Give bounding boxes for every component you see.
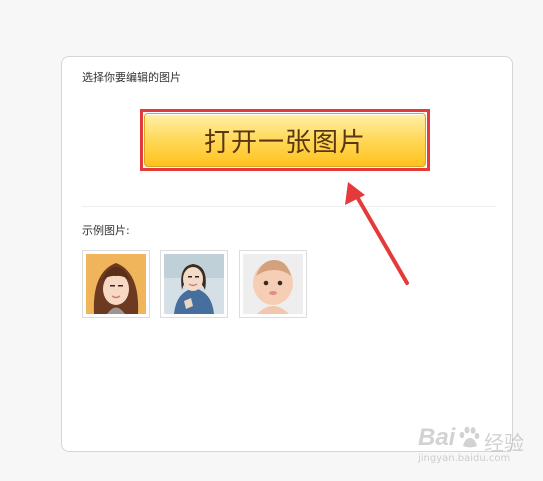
paw-icon bbox=[459, 426, 480, 448]
example-thumbnail-2[interactable] bbox=[160, 250, 228, 318]
watermark-brand: Bai bbox=[418, 424, 456, 451]
watermark-product: 经验 bbox=[484, 431, 524, 455]
baidu-jingyan-watermark: Bai 经验 jingyan.baidu.com bbox=[418, 424, 536, 472]
instruction-text: 选择你要编辑的图片 bbox=[82, 71, 181, 84]
example-thumbnail-3[interactable] bbox=[239, 250, 307, 318]
open-image-button[interactable]: 打开一张图片 bbox=[144, 113, 426, 167]
watermark-url: jingyan.baidu.com bbox=[418, 453, 511, 464]
examples-label: 示例图片: bbox=[82, 224, 130, 237]
divider bbox=[82, 206, 496, 207]
example-photo-baby bbox=[243, 254, 303, 314]
example-photo-woman-denim bbox=[164, 254, 224, 314]
example-photo-woman-bangs bbox=[86, 254, 146, 314]
image-select-panel: 选择你要编辑的图片 打开一张图片 示例图片: bbox=[61, 56, 513, 452]
example-thumbnail-1[interactable] bbox=[82, 250, 150, 318]
